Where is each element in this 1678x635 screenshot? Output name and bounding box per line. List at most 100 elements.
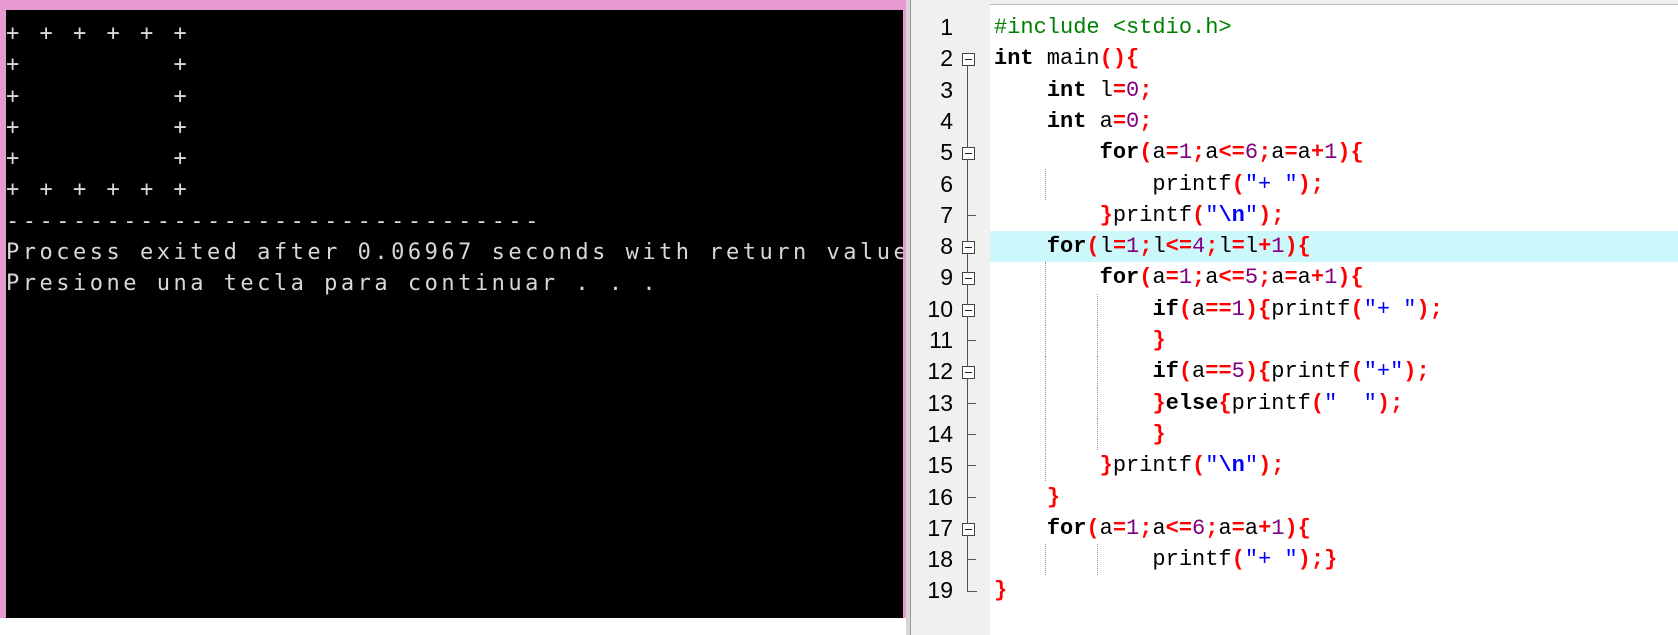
code-line[interactable]: }else{printf(" "); (990, 387, 1678, 419)
line-number-row: 13 (911, 388, 990, 419)
code-text: for(a=1;a<=5;a=a+1){ (1099, 265, 1364, 291)
line-number: 7 (940, 201, 953, 228)
code-text: for(a=1;a<=6;a=a+1){ (1099, 140, 1364, 166)
code-line[interactable]: printf("+ ");} (990, 544, 1678, 576)
code-line[interactable]: } (990, 418, 1678, 451)
line-number-row: 7 (911, 200, 990, 231)
line-number: 16 (927, 483, 953, 510)
fold-end-marker (968, 559, 976, 561)
code-text: int main(){ (994, 46, 1140, 72)
console-line: Presione una tecla para continuar . . . (6, 271, 660, 297)
line-number: 17 (927, 514, 953, 541)
code-text: } (1046, 484, 1061, 510)
line-number: 12 (927, 358, 953, 385)
code-text: } (1152, 421, 1166, 447)
line-number: 4 (940, 107, 953, 134)
console-window: + + + + + + + + + + + + + + + + + + + + ------… (0, 0, 906, 635)
line-number: 8 (940, 233, 953, 260)
line-number: 18 (927, 546, 953, 573)
code-text: if(a==5){printf("+"); (1152, 359, 1430, 385)
code-editor[interactable]: 1 2 3 4 5 6 7 8 9 10 11 12 13 14 15 16 17 18 19 #include <… (906, 0, 1678, 635)
code-text: }printf("\n"); (1099, 202, 1285, 228)
fold-toggle-icon[interactable] (962, 522, 975, 536)
line-number: 11 (929, 327, 953, 353)
fold-end-marker (968, 402, 976, 404)
line-number: 9 (940, 264, 953, 291)
line-number-row: 16 (911, 482, 990, 513)
fold-toggle-icon[interactable] (962, 303, 975, 317)
fold-toggle-icon[interactable] (962, 241, 975, 255)
code-line[interactable]: }printf("\n"); (990, 200, 1678, 231)
line-number-row: 15 (911, 450, 990, 481)
code-line[interactable]: int l=0; (990, 75, 1678, 106)
fold-end-marker (968, 496, 976, 498)
line-number-row: 9 (911, 262, 990, 293)
code-line-active[interactable]: for(l=1;l<=4;l=l+1){ (990, 231, 1678, 263)
console-line: + + + + + + (6, 177, 191, 203)
line-number-row: 4 (911, 106, 990, 137)
line-number-row: 10 (911, 294, 990, 325)
line-number: 14 (927, 420, 953, 447)
line-number: 3 (940, 76, 953, 103)
line-number-row: 8 (911, 231, 990, 262)
code-line[interactable]: int a=0; (990, 106, 1678, 137)
line-number-row: 17 (911, 513, 990, 544)
fold-toggle-icon[interactable] (962, 53, 975, 67)
code-line[interactable]: for(a=1;a<=6;a=a+1){ (990, 137, 1678, 168)
code-text: }printf("\n"); (1099, 453, 1285, 479)
code-text: if(a==1){printf("+ "); (1152, 296, 1443, 322)
fold-toggle-icon[interactable] (962, 366, 975, 380)
fold-end-marker (968, 340, 976, 341)
line-number-gutter: 1 2 3 4 5 6 7 8 9 10 11 12 13 14 15 16 17 18 19 (911, 4, 990, 635)
code-line[interactable]: printf("+ "); (990, 168, 1678, 200)
console-line: + + (6, 52, 191, 78)
line-number: 13 (927, 389, 953, 416)
line-number-row: 12 (911, 356, 990, 387)
code-line[interactable]: } (990, 575, 1678, 606)
code-line[interactable]: #include <stdio.h> (990, 12, 1678, 43)
code-line[interactable]: } (990, 325, 1678, 357)
code-line[interactable]: for(a=1;a<=5;a=a+1){ (990, 262, 1678, 294)
line-number: 5 (940, 139, 953, 166)
line-number-row: 19 (911, 575, 990, 606)
code-line[interactable]: if(a==5){printf("+"); (990, 356, 1678, 388)
code-text: for(a=1;a<=6;a=a+1){ (1046, 515, 1311, 541)
code-text: printf("+ "); (994, 171, 1325, 197)
line-number-row: 5 (911, 137, 990, 168)
code-line[interactable]: int main(){ (990, 43, 1678, 74)
line-number-row: 3 (911, 75, 990, 106)
code-text: } (994, 578, 1008, 604)
console-line: + + + + + + (6, 21, 191, 46)
console-line: + + (6, 146, 191, 172)
code-text: int l=0; (1046, 77, 1153, 103)
fold-toggle-icon[interactable] (962, 272, 975, 286)
code-line[interactable]: } (990, 482, 1678, 513)
code-line[interactable]: }printf("\n"); (990, 450, 1678, 482)
line-number: 1 (940, 14, 953, 40)
console-line: + + (6, 114, 191, 140)
console-output[interactable]: + + + + + + + + + + + + + + + + + + + + ------… (6, 10, 903, 618)
console-line: Process exited after 0.06967 seconds wit… (6, 240, 903, 266)
line-number: 15 (927, 452, 953, 479)
code-text: #include <stdio.h> (994, 15, 1232, 40)
console-bottom-border (0, 618, 906, 635)
line-number-row: 6 (911, 169, 990, 200)
line-number: 6 (940, 170, 953, 197)
line-number: 2 (940, 45, 953, 72)
console-line: -------------------------------- (6, 208, 542, 234)
fold-toggle-icon[interactable] (962, 147, 975, 161)
code-line[interactable]: for(a=1;a<=6;a=a+1){ (990, 513, 1678, 544)
code-text: for(l=1;l<=4;l=l+1){ (1046, 234, 1311, 260)
fold-end-marker (968, 465, 976, 467)
code-text: int a=0; (1046, 108, 1153, 134)
line-number-row: 14 (911, 419, 990, 450)
code-text: }else{printf(" "); (1152, 390, 1404, 416)
line-number-row: 11 (911, 325, 990, 356)
code-area[interactable]: #include <stdio.h> int main(){ int l=0; i… (990, 4, 1678, 635)
code-line[interactable]: if(a==1){printf("+ "); (990, 293, 1678, 325)
line-number: 19 (927, 577, 953, 604)
console-lines: + + + + + + + + + + + + + + + + + + + + ------… (6, 18, 903, 300)
fold-end-marker (968, 433, 976, 435)
fold-end-marker (968, 214, 976, 216)
line-number: 10 (927, 295, 953, 322)
